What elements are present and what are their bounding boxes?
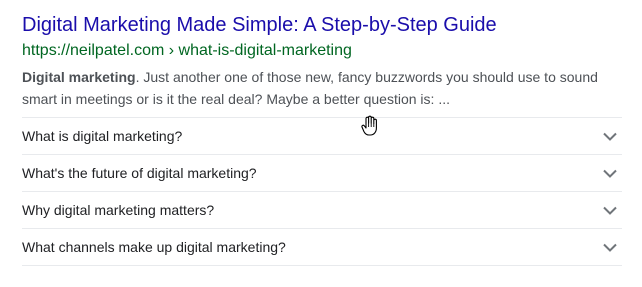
related-questions: What is digital marketing? What's the fu… <box>22 117 622 266</box>
question-text: What channels make up digital marketing? <box>22 239 286 255</box>
question-item[interactable]: What's the future of digital marketing? <box>22 155 622 192</box>
search-result: Digital Marketing Made Simple: A Step-by… <box>22 12 622 110</box>
question-text: What is digital marketing? <box>22 128 183 144</box>
question-text: What's the future of digital marketing? <box>22 165 257 181</box>
result-url[interactable]: https://neilpatel.com › what-is-digital-… <box>22 40 622 62</box>
hand-cursor-icon <box>360 115 380 137</box>
snippet-bold-term: Digital marketing <box>22 69 136 85</box>
result-snippet: Digital marketing. Just another one of t… <box>22 66 602 110</box>
chevron-down-icon[interactable] <box>601 164 619 182</box>
result-title-link[interactable]: Digital Marketing Made Simple: A Step-by… <box>22 12 622 38</box>
question-item[interactable]: What is digital marketing? <box>22 118 622 155</box>
chevron-down-icon[interactable] <box>601 238 619 256</box>
question-item[interactable]: Why digital marketing matters? <box>22 192 622 229</box>
chevron-down-icon[interactable] <box>601 201 619 219</box>
question-item[interactable]: What channels make up digital marketing? <box>22 229 622 266</box>
question-text: Why digital marketing matters? <box>22 202 215 218</box>
chevron-down-icon[interactable] <box>601 127 619 145</box>
